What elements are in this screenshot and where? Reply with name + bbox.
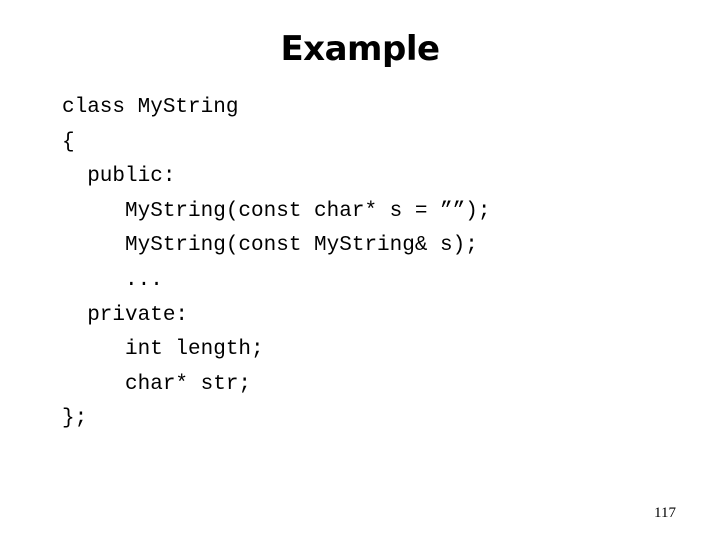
code-block: class MyString { public: MyString(const c… [62,91,490,437]
code-line-constructor-default: MyString(const char* s = ””); [62,199,491,223]
code-line-length-member: int length; [62,338,264,362]
code-line-copy-constructor: MyString(const MyString& s); [62,234,478,258]
code-line-public: public: [62,165,176,189]
code-line-class-decl: class MyString [62,96,239,119]
code-line-ellipsis: ... [62,268,163,292]
slide-title: Example [280,29,440,69]
code-line-open-brace: { [62,130,75,154]
code-line-str-member: char* str; [62,372,252,396]
page-number: 117 [654,505,676,521]
code-line-private: private: [62,303,189,327]
code-line-close-brace: }; [62,407,88,431]
